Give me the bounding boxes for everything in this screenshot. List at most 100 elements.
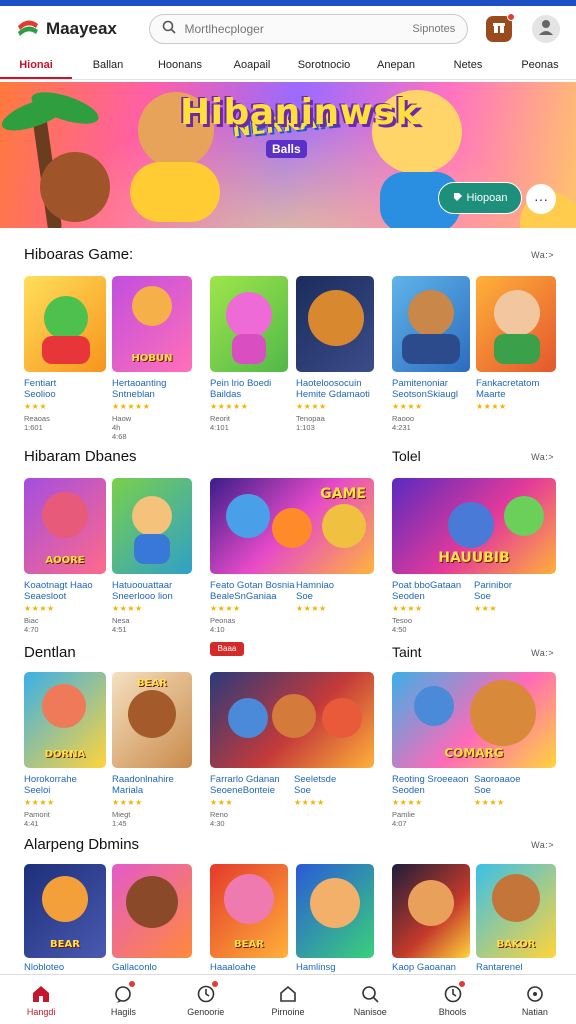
tag-icon — [453, 192, 463, 205]
notification-dot — [507, 13, 516, 21]
card-title: Seeletsde Soe — [294, 774, 337, 796]
profile-button[interactable] — [532, 15, 560, 43]
nav-label: Genoorie — [187, 1006, 225, 1017]
rating-stars: ★★★★ — [24, 604, 55, 613]
clock-icon — [442, 980, 465, 1005]
card-title: Reoting Sroeeaon Seoden — [392, 774, 469, 796]
tab-1[interactable]: Ballan — [72, 54, 144, 79]
clock-icon — [195, 980, 218, 1005]
card-title: Fankacretatom Maarte — [476, 378, 540, 400]
gift-button[interactable] — [486, 13, 516, 42]
tab-7[interactable]: Peonas — [504, 54, 576, 79]
nav-label: Natian — [521, 1006, 548, 1017]
card-title: Raadonlnahire Mariala — [112, 774, 174, 796]
card-title: Horokorrahe Seeloi — [24, 774, 77, 796]
rating-stars: ★★★★ — [294, 798, 325, 807]
rating-stars: ★★★ — [474, 604, 498, 613]
tab-6[interactable]: Netes — [432, 54, 504, 79]
nav-item-3[interactable]: Genoorie — [165, 975, 247, 1024]
see-all-link[interactable]: Wa:> — [531, 840, 554, 850]
game-logo-text: GAME — [320, 486, 366, 502]
section-1: Hiboaras Game: Wa:> Fentiart Seolioo ★★★ … — [0, 236, 576, 441]
rating-stars: ★★★★ — [476, 402, 507, 411]
see-all-link[interactable]: Wa:> — [531, 648, 554, 658]
see-all-link[interactable]: Wa:> — [531, 250, 554, 260]
tab-3[interactable]: Aoapail — [216, 54, 288, 79]
tab-2[interactable]: Hoonans — [144, 54, 216, 79]
nav-label: Hagils — [110, 1006, 136, 1017]
card-meta: Reorit 4:101 — [210, 414, 231, 432]
search-icon — [359, 983, 381, 1005]
card-meta: Miegt 1:45 — [112, 810, 131, 828]
tab-0[interactable]: Hionai — [0, 54, 72, 79]
game-logo-text: BEAR — [234, 939, 264, 950]
search-input[interactable] — [184, 22, 413, 36]
card-title: Hertaoanting Sntneblan — [112, 378, 167, 400]
section-title: Hibaram Dbanes — [24, 448, 137, 465]
nav-item-home[interactable]: Hangdi — [0, 975, 82, 1024]
banner-more-button[interactable]: ··· — [526, 184, 556, 214]
banner-title: Hibaninwsk — [180, 92, 420, 133]
card-title: Poat bboGataan Seoden — [392, 580, 462, 602]
rating-stars: ★★★ — [24, 402, 48, 411]
see-all-link[interactable]: Wa:> — [531, 452, 554, 462]
nav-item-6[interactable]: Bhools — [411, 975, 493, 1024]
game-logo-text: HAUUBIB — [438, 550, 510, 566]
rating-stars: ★★★★★ — [112, 402, 151, 411]
card-title: Hamniao Soe — [296, 580, 335, 602]
logo-text: Maayeax — [46, 19, 117, 38]
logo[interactable]: Maayeax — [16, 18, 135, 40]
card-meta: Pamlie 4:07 — [392, 810, 415, 828]
tab-5[interactable]: Anepan — [360, 54, 432, 79]
rating-stars: ★★★ — [210, 798, 234, 807]
card-title: Hamlinsg — [296, 962, 336, 973]
rating-stars: ★★★★ — [24, 798, 55, 807]
nav-item-2[interactable]: Hagils — [82, 975, 164, 1024]
nav-item-7[interactable]: Natian — [494, 975, 576, 1024]
card-title: Farrarlo Gdanan SeoeneBonteie — [210, 774, 280, 796]
card-meta: Pamorit 4:41 — [24, 810, 50, 828]
card-title: Pein lrio Boedi Baildas — [210, 378, 272, 400]
section-title: Hiboaras Game: — [24, 246, 134, 263]
bottom-navigation: Hangdi Hagils Genoorie Pirnoine Nanisoe … — [0, 974, 576, 1024]
nav-label: Nanisoe — [353, 1006, 387, 1017]
card-meta: Tenopaa 1:103 — [296, 414, 325, 432]
rating-stars: ★★★★★ — [210, 402, 249, 411]
card-title: Hatuoouattaar Sneerlooo lion — [112, 580, 173, 602]
home-icon — [30, 983, 52, 1005]
card-title: Feato Gotan Bosnia BealeSnGaniaa — [210, 580, 295, 602]
rating-stars: ★★★★ — [296, 402, 327, 411]
game-logo-text: BAKOR — [496, 939, 536, 950]
card-title: Kaop Gaoanan — [392, 962, 456, 973]
section-3: Dentlan Baaa Taint Wa:> DORNA Horokorrah… — [0, 634, 576, 828]
banner-subtitle: Balls — [266, 140, 307, 158]
card-meta: Peonas 4:10 — [210, 616, 236, 634]
section-title-right: Tolel — [392, 448, 421, 464]
logo-icon — [16, 18, 40, 40]
card-title: Haoteloosocuin Hemite Gdamaoti — [296, 378, 370, 400]
search-bar[interactable]: Sipnotes — [149, 14, 469, 44]
rating-stars: ★★★★ — [392, 604, 423, 613]
nav-item-4[interactable]: Pirnoine — [247, 975, 329, 1024]
card-meta: Biac 4:70 — [24, 616, 39, 634]
card-meta: Raooo 4:231 — [392, 414, 415, 432]
banner-cta-button[interactable]: Hiopoan — [438, 182, 522, 214]
rating-stars: ★★★★ — [392, 798, 423, 807]
chat-icon — [112, 980, 136, 1005]
card-title: Fentiart Seolioo — [24, 378, 57, 400]
search-shortcut[interactable]: Sipnotes — [412, 23, 455, 35]
card-meta: Tesoo 4:50 — [392, 616, 413, 634]
card-meta: Haow 4h 4:68 — [112, 414, 132, 441]
section-badge: Baaa — [210, 642, 244, 656]
category-tabs: Hionai Ballan Hoonans Aoapail Sorotnocio… — [0, 54, 576, 80]
nav-label: Pirnoine — [271, 1006, 305, 1017]
nav-label: Hangdi — [26, 1006, 56, 1017]
tab-4[interactable]: Sorotnocio — [288, 54, 360, 79]
bear-character — [40, 152, 110, 222]
nav-item-5[interactable]: Nanisoe — [329, 975, 411, 1024]
chat-icon — [524, 983, 546, 1005]
rating-stars: ★★★★ — [112, 798, 143, 807]
search-icon — [162, 20, 177, 39]
game-logo-text: DORNA — [44, 749, 86, 760]
rating-stars: ★★★★ — [296, 604, 327, 613]
